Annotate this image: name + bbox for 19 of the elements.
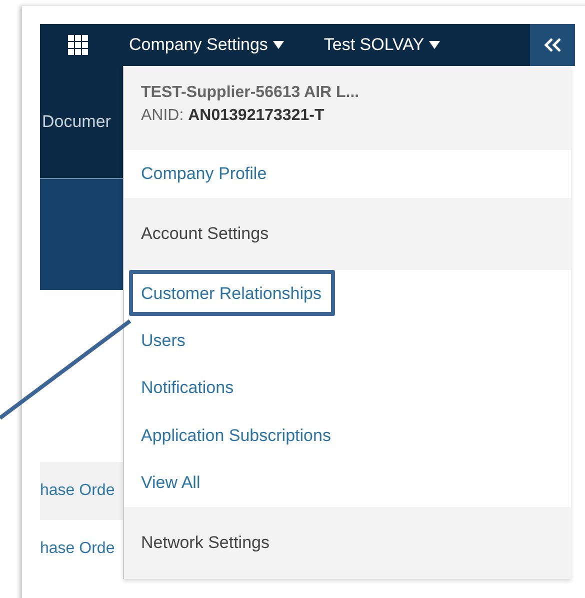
menu-link[interactable]: Customer Relationships	[129, 270, 336, 316]
menu-link[interactable]: Application Subscriptions	[141, 426, 331, 446]
account-name: TEST-Supplier-56613 AIR L...	[141, 84, 360, 102]
apps-grid-icon[interactable]	[68, 35, 88, 55]
collapse-icon[interactable]	[530, 24, 575, 66]
table-row[interactable]: hase Orde	[40, 462, 123, 520]
caret-icon	[272, 41, 284, 49]
caret-icon	[429, 41, 440, 49]
menu-link[interactable]: Notifications	[141, 378, 234, 398]
menu-link[interactable]: View All	[141, 473, 200, 494]
anid-text: ANID: AN01392173321-T	[141, 107, 326, 125]
table-row[interactable]: hase Orde	[40, 520, 123, 578]
menu-button[interactable]: Company Settings	[129, 35, 284, 55]
menu-link[interactable]: Users	[141, 330, 186, 351]
nav-tab[interactable]: Documer	[40, 112, 111, 132]
menu-link[interactable]: Company Profile	[141, 164, 267, 184]
section-heading[interactable]: Network Settings	[141, 533, 270, 553]
menu-button[interactable]: Test SOLVAY	[324, 35, 440, 55]
section-heading[interactable]: Account Settings	[141, 224, 269, 244]
